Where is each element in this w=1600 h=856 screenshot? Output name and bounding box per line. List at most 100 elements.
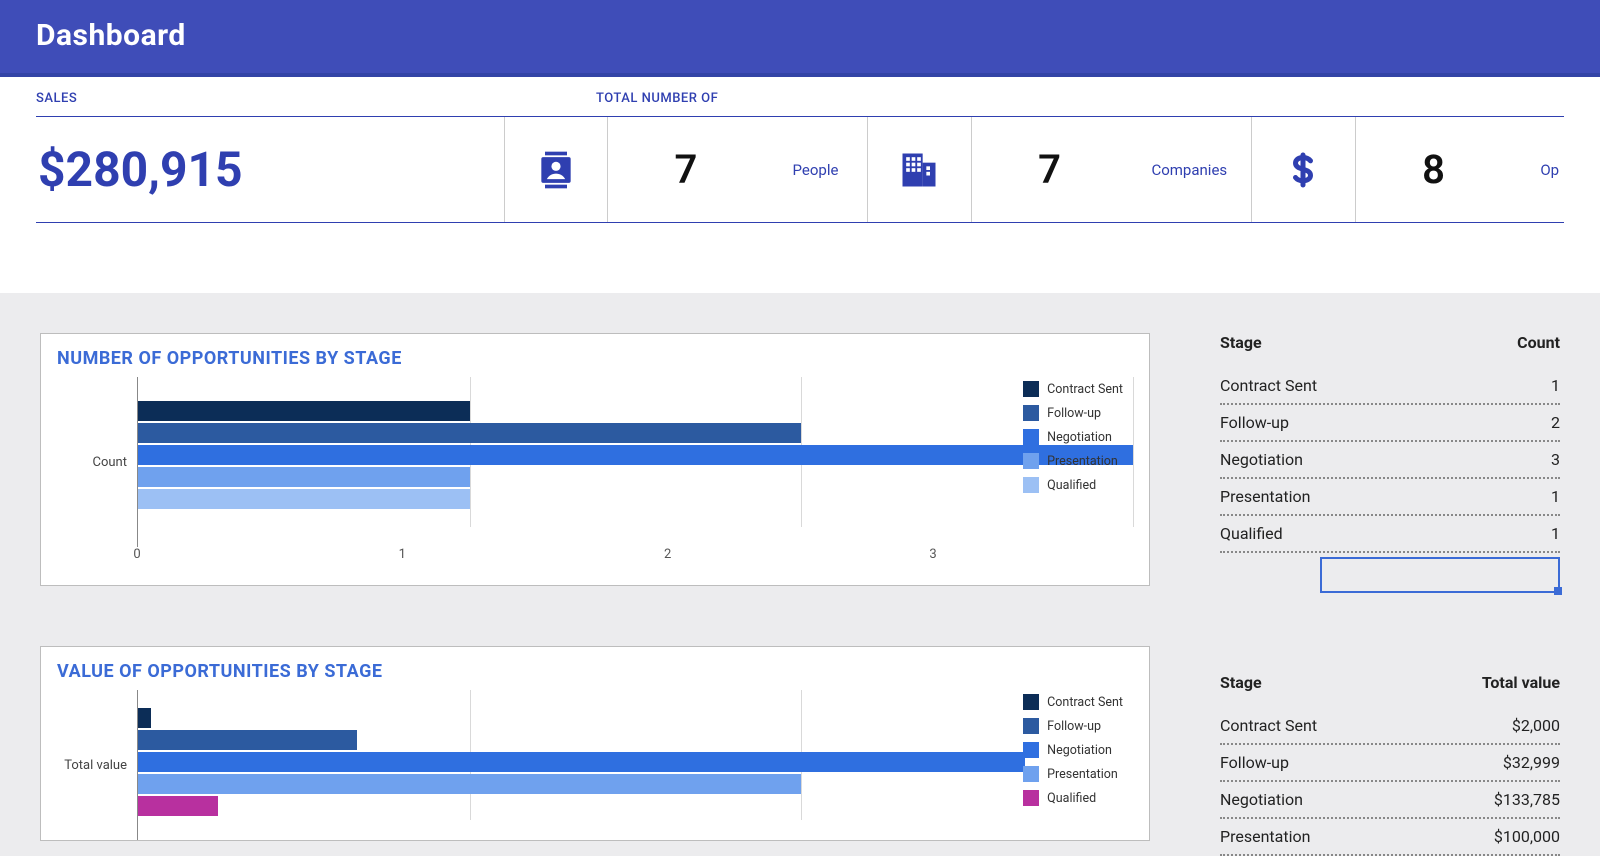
stat-cell-companies-value: 7	[971, 117, 1128, 222]
legend-label: Negotiation	[1047, 743, 1112, 758]
sales-label: SALES	[36, 91, 596, 117]
legend-swatch	[1023, 718, 1039, 734]
charts-column: NUMBER OF OPPORTUNITIES BY STAGE Count C…	[40, 333, 1150, 856]
table-row[interactable]: Negotiation3	[1220, 442, 1560, 479]
chart-bar	[138, 796, 218, 816]
table-cell-value: $100,000	[1494, 827, 1560, 846]
table-row[interactable]: Negotiation$133,785	[1220, 782, 1560, 819]
chart-bar	[138, 467, 470, 487]
opp-count-table: Stage Count Contract Sent1Follow-up2Nego…	[1220, 333, 1560, 593]
legend-label: Qualified	[1047, 478, 1096, 493]
table-cell-count: 3	[1551, 450, 1560, 469]
dashboard-area: NUMBER OF OPPORTUNITIES BY STAGE Count C…	[0, 293, 1600, 856]
chart-bar	[138, 489, 470, 509]
table-row[interactable]: Contract Sent1	[1220, 368, 1560, 405]
legend-label: Presentation	[1047, 454, 1118, 469]
legend-label: Contract Sent	[1047, 382, 1123, 397]
table-cell-count: 1	[1551, 524, 1560, 543]
stat-cell-people-label: People	[764, 117, 867, 222]
chart-bar	[138, 708, 151, 728]
table-header-stage: Stage	[1220, 333, 1517, 352]
legend-item: Contract Sent	[1023, 381, 1123, 397]
stat-cell-people-value: 7	[607, 117, 764, 222]
stat-cell-opps-label: Op	[1511, 117, 1564, 222]
legend-swatch	[1023, 453, 1039, 469]
chart-bar	[138, 401, 470, 421]
chart-ylabel: Count	[57, 377, 137, 547]
chart-bar	[138, 730, 357, 750]
chart-body: Total value Contract Sent Follow-up Negoti…	[57, 690, 1133, 840]
table-row[interactable]: Qualified1	[1220, 516, 1560, 553]
chart-bar	[138, 774, 801, 794]
legend-label: Contract Sent	[1047, 695, 1123, 710]
legend-swatch	[1023, 405, 1039, 421]
dollar-icon	[1279, 146, 1327, 194]
legend-item: Presentation	[1023, 453, 1123, 469]
selected-cell[interactable]	[1320, 557, 1560, 593]
chart-plot	[137, 377, 1133, 547]
stat-cell-opps-icon	[1251, 117, 1354, 222]
table-cell-count: 1	[1551, 487, 1560, 506]
legend-swatch	[1023, 742, 1039, 758]
person-badge-icon	[532, 146, 580, 194]
appbar: Dashboard	[0, 0, 1600, 77]
table-header-value: Total value	[1482, 673, 1560, 692]
chart-bar	[138, 752, 1025, 772]
table-row[interactable]: Contract Sent$2,000	[1220, 708, 1560, 745]
side-tables-column: Stage Count Contract Sent1Follow-up2Nego…	[1220, 333, 1560, 856]
chart-xtick: 3	[929, 547, 936, 562]
legend-item: Follow-up	[1023, 405, 1123, 421]
chart-plot	[137, 690, 1133, 840]
legend-label: Follow-up	[1047, 406, 1101, 421]
stat-cell-opps-value: 8	[1355, 117, 1512, 222]
table-cell-stage: Follow-up	[1220, 413, 1551, 432]
table-row[interactable]: Presentation$100,000	[1220, 819, 1560, 856]
legend-item: Presentation	[1023, 766, 1123, 782]
chart-ylabel: Total value	[57, 690, 137, 840]
chart-title: VALUE OF OPPORTUNITIES BY STAGE	[57, 657, 1133, 690]
table-cell-stage: Presentation	[1220, 487, 1551, 506]
table-header-count: Count	[1517, 333, 1560, 352]
table-cell-value: $32,999	[1503, 753, 1560, 772]
legend-item: Qualified	[1023, 477, 1123, 493]
legend-swatch	[1023, 429, 1039, 445]
chart-xtick: 2	[664, 547, 671, 562]
legend-swatch	[1023, 381, 1039, 397]
legend-item: Follow-up	[1023, 718, 1123, 734]
chart-legend: Contract Sent Follow-up Negotiation Present…	[1023, 381, 1123, 501]
legend-swatch	[1023, 694, 1039, 710]
legend-swatch	[1023, 477, 1039, 493]
legend-label: Qualified	[1047, 791, 1096, 806]
table-cell-value: $133,785	[1494, 790, 1560, 809]
table-cell-stage: Contract Sent	[1220, 716, 1512, 735]
table-cell-stage: Negotiation	[1220, 450, 1551, 469]
legend-item: Negotiation	[1023, 429, 1123, 445]
table-cell-stage: Negotiation	[1220, 790, 1494, 809]
legend-item: Negotiation	[1023, 742, 1123, 758]
chart-bar	[138, 423, 801, 443]
legend-label: Follow-up	[1047, 719, 1101, 734]
total-number-label: TOTAL NUMBER OF	[596, 91, 1564, 117]
table-cell-stage: Presentation	[1220, 827, 1494, 846]
legend-swatch	[1023, 790, 1039, 806]
table-row[interactable]: Follow-up2	[1220, 405, 1560, 442]
stat-cell-companies-icon	[867, 117, 970, 222]
table-row[interactable]: Presentation1	[1220, 479, 1560, 516]
chart-xaxis: 0123	[137, 547, 933, 569]
chart-xtick: 0	[133, 547, 140, 562]
table-row[interactable]: Follow-up$32,999	[1220, 745, 1560, 782]
stat-cell-companies-label: Companies	[1127, 117, 1251, 222]
summary-row: $280,915 7 People 7 Companies 8 Op	[36, 117, 1564, 223]
chart-title: NUMBER OF OPPORTUNITIES BY STAGE	[57, 344, 1133, 377]
stat-label: People	[793, 161, 839, 179]
table-cell-count: 2	[1551, 413, 1560, 432]
table-cell-count: 1	[1551, 376, 1560, 395]
chart-body: Count Contract Sent Follow-up Negotiation P…	[57, 377, 1133, 547]
chart-opp-count: NUMBER OF OPPORTUNITIES BY STAGE Count C…	[40, 333, 1150, 586]
stat-cell-people-icon	[504, 117, 607, 222]
building-icon	[895, 146, 943, 194]
table-cell-stage: Qualified	[1220, 524, 1551, 543]
chart-bar	[138, 445, 1133, 465]
stat-value: 7	[1012, 146, 1087, 193]
chart-opp-value: VALUE OF OPPORTUNITIES BY STAGE Total va…	[40, 646, 1150, 841]
